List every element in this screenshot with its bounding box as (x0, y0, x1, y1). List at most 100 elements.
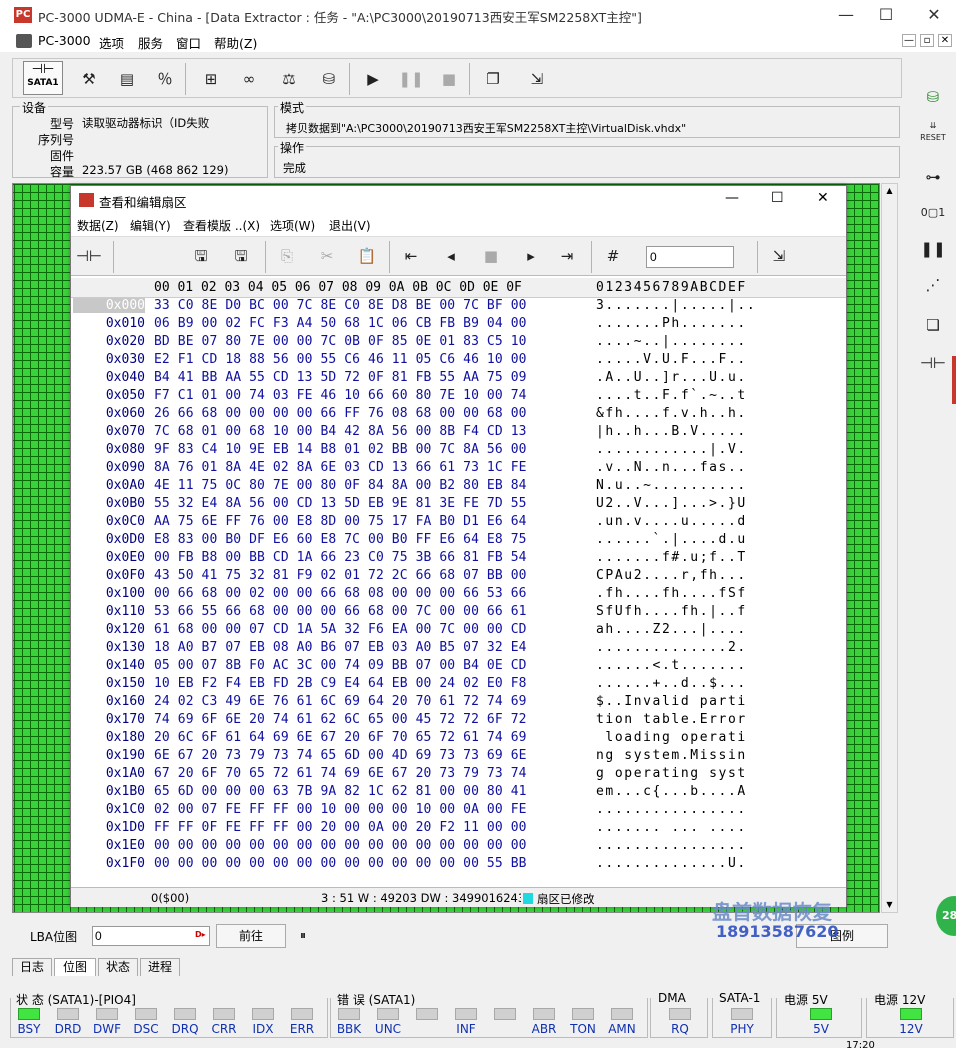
row-ascii[interactable]: .......Ph....... (596, 316, 747, 331)
row-ascii[interactable]: g operating syst (596, 766, 747, 781)
hex-row[interactable]: 0x0C0 AA 75 6E FF 76 00 E8 8D 00 75 17 FA… (71, 514, 846, 532)
row-hex-bytes[interactable]: E8 83 00 B0 DF E6 60 E8 7C 00 B0 FF E6 6… (154, 532, 527, 547)
hex-row[interactable]: 0x0E0 00 FB B8 00 BB CD 1A 66 23 C0 75 3B… (71, 550, 846, 568)
scroll-icon[interactable]: ▤ (113, 65, 141, 93)
row-hex-bytes[interactable]: 43 50 41 75 32 81 F9 02 01 72 2C 66 68 0… (154, 568, 527, 583)
row-hex-bytes[interactable]: BD BE 07 80 7E 00 00 7C 0B 0F 85 0E 01 8… (154, 334, 527, 349)
pause-button[interactable]: ⏸ (300, 928, 306, 943)
hex-row[interactable]: 0x0A0 4E 11 75 0C 80 7E 00 80 0F 84 8A 00… (71, 478, 846, 496)
sata1-button[interactable]: ⊣⊢ SATA1 (23, 61, 63, 95)
row-hex-bytes[interactable]: 00 66 68 00 02 00 00 66 68 08 00 00 00 6… (154, 586, 527, 601)
row-ascii[interactable]: ng system.Missin (596, 748, 747, 763)
binoculars-icon[interactable]: ∞ (235, 65, 263, 93)
app-menu-icon[interactable] (16, 34, 32, 48)
prev-sector-icon[interactable]: ◂ (437, 242, 465, 270)
reset-button[interactable]: ⇊ RESET (918, 120, 948, 150)
pause-icon[interactable]: ❚❚ (918, 234, 948, 264)
row-ascii[interactable]: .un.v....u.....d (596, 514, 747, 529)
hex-row[interactable]: 0x080 9F 83 C4 10 9E EB 14 B8 01 02 BB 00… (71, 442, 846, 460)
row-ascii[interactable]: .....V.U.F...F.. (596, 352, 747, 367)
row-hex-bytes[interactable]: 55 32 E4 8A 56 00 CD 13 5D EB 9E 81 3E F… (154, 496, 527, 511)
hex-row[interactable]: 0x0B0 55 32 E4 8A 56 00 CD 13 5D EB 9E 81… (71, 496, 846, 514)
menu-view-template[interactable]: 查看模版 ..(X) (183, 217, 260, 234)
row-ascii[interactable]: ah....Z2...|.... (596, 622, 747, 637)
cut-icon[interactable]: ✂ (313, 242, 341, 270)
row-ascii[interactable]: ................ (596, 838, 747, 853)
row-hex-bytes[interactable]: B4 41 BB AA 55 CD 13 5D 72 0F 81 FB 55 A… (154, 370, 527, 385)
network-icon[interactable]: ⋰ (918, 270, 948, 300)
row-hex-bytes[interactable]: 24 02 C3 49 6E 76 61 6C 69 64 20 70 61 7… (154, 694, 527, 709)
hex-row[interactable]: 0x110 53 66 55 66 68 00 00 00 66 68 00 7C… (71, 604, 846, 622)
percent-icon[interactable]: ％ (151, 65, 179, 93)
hex-row[interactable]: 0x070 7C 68 01 00 68 10 00 B4 42 8A 56 00… (71, 424, 846, 442)
row-hex-bytes[interactable]: 20 6C 6F 61 64 69 6E 67 20 6F 70 65 72 6… (154, 730, 527, 745)
bus-icon[interactable]: ⊣⊢ (918, 348, 948, 378)
hex-row[interactable]: 0x060 26 66 68 00 00 00 00 66 FF 76 08 68… (71, 406, 846, 424)
menu-dialog-options[interactable]: 选项(W) (270, 217, 315, 234)
tab-log[interactable]: 日志 (12, 958, 52, 976)
menu-service[interactable]: 服务 (138, 33, 163, 52)
lba-input[interactable] (92, 926, 210, 946)
paste-icon[interactable]: 📋 (353, 242, 381, 270)
hex-row[interactable]: 0x030 E2 F1 CD 18 88 56 00 55 C6 46 11 05… (71, 352, 846, 370)
menu-data[interactable]: 数据(Z) (77, 217, 119, 234)
row-ascii[interactable]: ............|.V. (596, 442, 747, 457)
exit-icon[interactable]: ⇲ (765, 242, 793, 270)
hex-row[interactable]: 0x160 24 02 C3 49 6E 76 61 6C 69 64 20 70… (71, 694, 846, 712)
bitmap-scrollbar[interactable]: ▲ ▼ (881, 183, 898, 913)
row-hex-bytes[interactable]: E2 F1 CD 18 88 56 00 55 C6 46 11 05 C6 4… (154, 352, 527, 367)
menu-exit[interactable]: 退出(V) (329, 217, 371, 234)
scale-icon[interactable]: ⚖ (275, 65, 303, 93)
hex-row[interactable]: 0x0F0 43 50 41 75 32 81 F9 02 01 72 2C 66… (71, 568, 846, 586)
row-hex-bytes[interactable]: 4E 11 75 0C 80 7E 00 80 0F 84 8A 00 B2 8… (154, 478, 527, 493)
hex-row[interactable]: 0x170 74 69 6F 6E 20 74 61 62 6C 65 00 45… (71, 712, 846, 730)
row-hex-bytes[interactable]: 10 EB F2 F4 EB FD 2B C9 E4 64 EB 00 24 0… (154, 676, 527, 691)
stop-icon[interactable]: ■ (435, 65, 463, 93)
save-icon[interactable]: 🖫 (187, 242, 215, 270)
maximize-button[interactable]: ☐ (874, 4, 898, 26)
row-ascii[interactable]: ....t..F.f`.~..t (596, 388, 747, 403)
sector-number-input[interactable] (646, 246, 734, 268)
row-hex-bytes[interactable]: 02 00 07 FE FF FF 00 10 00 00 00 10 00 0… (154, 802, 527, 817)
row-ascii[interactable]: .v..N..n...fas.. (596, 460, 747, 475)
row-hex-bytes[interactable]: 05 00 07 8B F0 AC 3C 00 74 09 BB 07 00 B… (154, 658, 527, 673)
row-ascii[interactable]: ..............2. (596, 640, 747, 655)
row-ascii[interactable]: ......<.t....... (596, 658, 747, 673)
row-ascii[interactable]: .fh....fh....fSf (596, 586, 747, 601)
inner-restore-button[interactable]: ▫ (920, 34, 934, 47)
tree-icon[interactable]: ⊞ (197, 65, 225, 93)
hex-row[interactable]: 0x140 05 00 07 8B F0 AC 3C 00 74 09 BB 07… (71, 658, 846, 676)
close-button[interactable]: ✕ (922, 4, 946, 26)
row-ascii[interactable]: SfUfh....fh.|..f (596, 604, 747, 619)
hex-row[interactable]: 0x190 6E 67 20 73 79 73 74 65 6D 00 4D 69… (71, 748, 846, 766)
hex-row[interactable]: 0x150 10 EB F2 F4 EB FD 2B C9 E4 64 EB 00… (71, 676, 846, 694)
row-hex-bytes[interactable]: F7 C1 01 00 74 03 FE 46 10 66 60 80 7E 1… (154, 388, 527, 403)
row-hex-bytes[interactable]: 00 FB B8 00 BB CD 1A 66 23 C0 75 3B 66 8… (154, 550, 527, 565)
next-sector-icon[interactable]: ▸ (517, 242, 545, 270)
row-hex-bytes[interactable]: 9F 83 C4 10 9E EB 14 B8 01 02 BB 00 7C 8… (154, 442, 527, 457)
row-hex-bytes[interactable]: 74 69 6F 6E 20 74 61 62 6C 65 00 45 72 7… (154, 712, 527, 727)
hex-row[interactable]: 0x180 20 6C 6F 61 64 69 6E 67 20 6F 70 65… (71, 730, 846, 748)
row-hex-bytes[interactable]: 61 68 00 00 07 CD 1A 5A 32 F6 EA 00 7C 0… (154, 622, 527, 637)
dialog-close-button[interactable]: ✕ (817, 190, 829, 206)
row-hex-bytes[interactable]: 00 00 00 00 00 00 00 00 00 00 00 00 00 0… (154, 856, 527, 871)
hex-row[interactable]: 0x1E0 00 00 00 00 00 00 00 00 00 00 00 00… (71, 838, 846, 856)
row-ascii[interactable]: $..Invalid parti (596, 694, 747, 709)
row-hex-bytes[interactable]: 18 A0 B7 07 EB 08 A0 B6 07 EB 03 A0 B5 0… (154, 640, 527, 655)
row-ascii[interactable]: .A..U..]r...U.u. (596, 370, 747, 385)
tab-status[interactable]: 状态 (98, 958, 138, 976)
row-hex-bytes[interactable]: 65 6D 00 00 00 63 7B 9A 82 1C 62 81 00 0… (154, 784, 527, 799)
database-icon[interactable]: ⛁ (918, 82, 948, 112)
last-sector-icon[interactable]: ⇥ (553, 242, 581, 270)
decimal-hex-toggle-icon[interactable]: D▸ (195, 930, 206, 939)
sata-icon[interactable]: ⊣⊢ (75, 242, 103, 270)
hex-row[interactable]: 0x100 00 66 68 00 02 00 00 66 68 08 00 00… (71, 586, 846, 604)
tab-process[interactable]: 进程 (140, 958, 180, 976)
hex-row[interactable]: 0x130 18 A0 B7 07 EB 08 A0 B6 07 EB 03 A0… (71, 640, 846, 658)
row-ascii[interactable]: &fh....f.v.h..h. (596, 406, 747, 421)
row-hex-bytes[interactable]: 26 66 68 00 00 00 00 66 FF 76 08 68 00 0… (154, 406, 527, 421)
hex-row[interactable]: 0x010 06 B9 00 02 FC F3 A4 50 68 1C 06 CB… (71, 316, 846, 334)
row-ascii[interactable]: .......f#.u;f..T (596, 550, 747, 565)
menu-edit[interactable]: 编辑(Y) (130, 217, 171, 234)
row-ascii[interactable]: CPAu2....r,fh... (596, 568, 747, 583)
